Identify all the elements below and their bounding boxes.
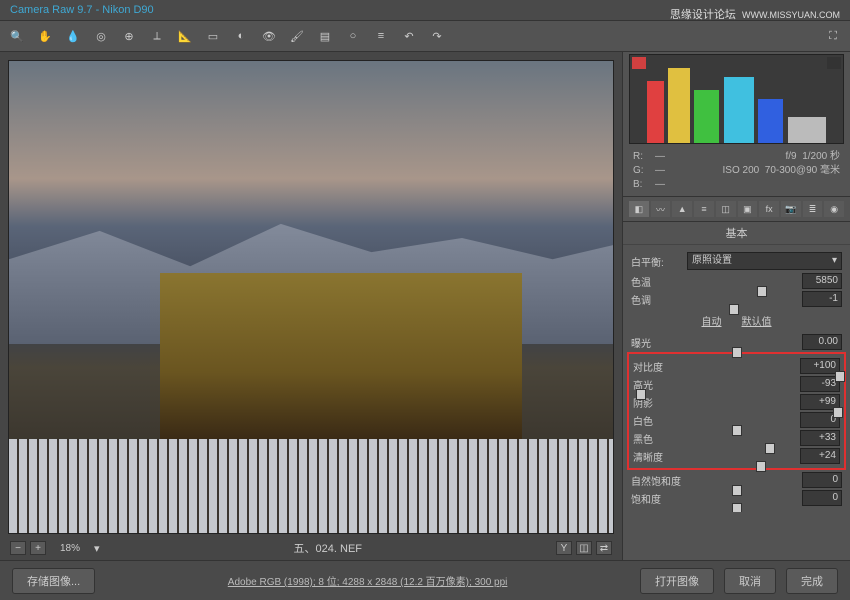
- tab-lens[interactable]: ▣: [738, 201, 758, 217]
- straighten-icon[interactable]: 📐: [176, 27, 194, 45]
- target-adjust-icon[interactable]: ⊕: [120, 27, 138, 45]
- rotate-cw-icon[interactable]: ↷: [428, 27, 446, 45]
- panel-title: 基本: [623, 222, 850, 245]
- crop-icon[interactable]: ⟂: [148, 27, 166, 45]
- shadow-clip-icon[interactable]: [632, 57, 646, 69]
- rotate-ccw-icon[interactable]: ↶: [400, 27, 418, 45]
- color-sampler-icon[interactable]: ◎: [92, 27, 110, 45]
- saturation-value[interactable]: 0: [802, 490, 842, 506]
- save-image-button[interactable]: 存储图像...: [12, 568, 95, 594]
- watermark: 思缘设计论坛 WWW.MISSYUAN.COM: [670, 6, 840, 22]
- tab-basic[interactable]: ◧: [629, 201, 649, 217]
- transform-icon[interactable]: ▭: [204, 27, 222, 45]
- saturation-label: 饱和度: [631, 491, 681, 506]
- highlight-clip-icon[interactable]: [827, 57, 841, 69]
- tab-presets[interactable]: ≣: [803, 201, 823, 217]
- contrast-label: 对比度: [633, 359, 683, 374]
- tab-split[interactable]: ◫: [716, 201, 736, 217]
- temperature-label: 色温: [631, 274, 681, 289]
- histogram[interactable]: [629, 54, 844, 144]
- exif-readout: R:—f/9 1/200 秒 G:—ISO 200 70-300@90 毫米 B…: [623, 146, 850, 196]
- chevron-down-icon: ▾: [832, 253, 837, 269]
- exposure-value[interactable]: 0.00: [802, 334, 842, 350]
- vibrance-label: 自然饱和度: [631, 473, 701, 488]
- highlight-box: 对比度+100 高光-93 阴影+99 白色0 黑色+33: [627, 352, 846, 470]
- image-preview[interactable]: [8, 60, 614, 534]
- vibrance-value[interactable]: 0: [802, 472, 842, 488]
- wb-select[interactable]: 原照设置▾: [687, 252, 842, 270]
- default-link[interactable]: 默认值: [742, 313, 772, 328]
- blacks-value[interactable]: +33: [800, 430, 840, 446]
- panel-tabs: ◧ 〰 ▲ ≡ ◫ ▣ fx 📷 ≣ ◉: [623, 196, 850, 222]
- zoom-tool-icon[interactable]: 🔍: [8, 27, 26, 45]
- zoom-level[interactable]: 18%: [50, 543, 90, 554]
- tint-label: 色调: [631, 292, 681, 307]
- tab-fx[interactable]: fx: [759, 201, 779, 217]
- exposure-label: 曝光: [631, 335, 681, 350]
- tint-value[interactable]: -1: [802, 291, 842, 307]
- spot-removal-icon[interactable]: ◐: [232, 27, 250, 45]
- done-button[interactable]: 完成: [786, 568, 838, 594]
- whites-label: 白色: [633, 413, 683, 428]
- preview-pane: − + 18% ▾ 五、024. NEF Y ◫ ⇄: [0, 52, 622, 562]
- open-image-button[interactable]: 打开图像: [640, 568, 714, 594]
- tab-camera[interactable]: 📷: [781, 201, 801, 217]
- adjustments-panel: R:—f/9 1/200 秒 G:—ISO 200 70-300@90 毫米 B…: [622, 52, 850, 562]
- main-toolbar: 🔍 ✋ 💧 ◎ ⊕ ⟂ 📐 ▭ ◐ 👁 🖌 ▤ ○ ≡ ↶ ↷ ⛶: [0, 21, 850, 52]
- highlights-value[interactable]: -93: [800, 376, 840, 392]
- adjust-brush-icon[interactable]: 🖌: [288, 27, 306, 45]
- temperature-value[interactable]: 5850: [802, 273, 842, 289]
- hand-tool-icon[interactable]: ✋: [36, 27, 54, 45]
- cancel-button[interactable]: 取消: [724, 568, 776, 594]
- bottom-bar: 存储图像... Adobe RGB (1998); 8 位; 4288 x 28…: [0, 560, 850, 600]
- swap-view-icon[interactable]: ⇄: [596, 541, 612, 555]
- workflow-options-link[interactable]: Adobe RGB (1998); 8 位; 4288 x 2848 (12.2…: [105, 573, 630, 588]
- clarity-value[interactable]: +24: [800, 448, 840, 464]
- wb-eyedrop-icon[interactable]: 💧: [64, 27, 82, 45]
- zoom-out-button[interactable]: −: [10, 541, 26, 555]
- tab-snapshots[interactable]: ◉: [824, 201, 844, 217]
- auto-link[interactable]: 自动: [702, 313, 722, 328]
- tab-hsl[interactable]: ≡: [694, 201, 714, 217]
- before-after-y-icon[interactable]: Y: [556, 541, 572, 555]
- grad-filter-icon[interactable]: ▤: [316, 27, 334, 45]
- fullscreen-icon[interactable]: ⛶: [824, 27, 842, 45]
- contrast-value[interactable]: +100: [800, 358, 840, 374]
- zoom-in-button[interactable]: +: [30, 541, 46, 555]
- split-view-icon[interactable]: ◫: [576, 541, 592, 555]
- tab-detail[interactable]: ▲: [672, 201, 692, 217]
- wb-label: 白平衡:: [631, 254, 681, 269]
- clarity-label: 清晰度: [633, 449, 683, 464]
- tab-curve[interactable]: 〰: [651, 201, 671, 217]
- zoom-dropdown-icon[interactable]: ▾: [94, 542, 100, 555]
- prefs-icon[interactable]: ≡: [372, 27, 390, 45]
- blacks-label: 黑色: [633, 431, 683, 446]
- radial-filter-icon[interactable]: ○: [344, 27, 362, 45]
- redeye-icon[interactable]: 👁: [260, 27, 278, 45]
- filename-label: 五、024. NEF: [108, 540, 548, 556]
